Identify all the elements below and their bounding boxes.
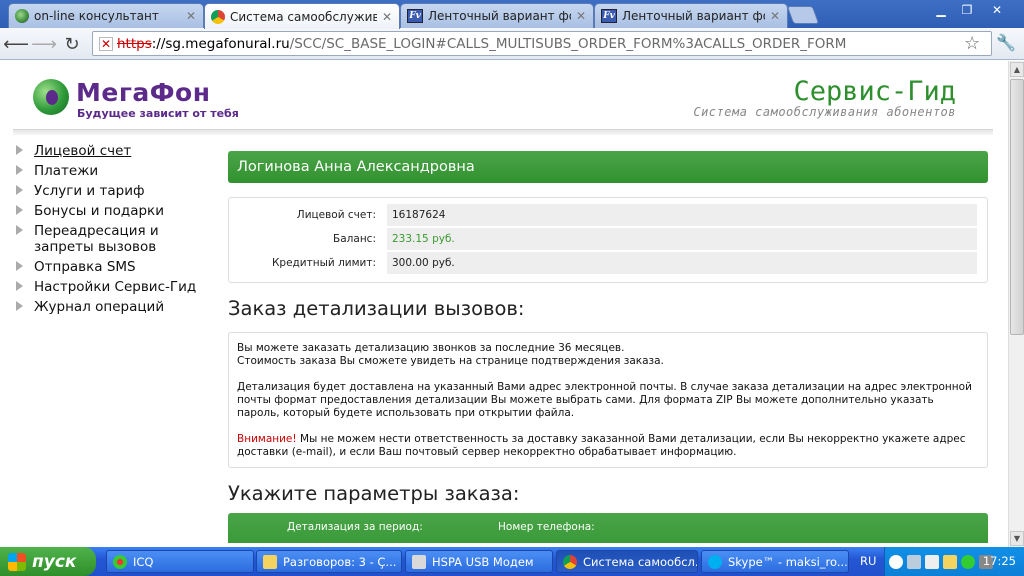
balance-value: 233.15 руб. (387, 228, 977, 250)
account-number-label: Лицевой счет: (296, 209, 376, 221)
account-row: Баланс: 233.15 руб. (229, 228, 977, 250)
back-arrow-icon[interactable]: ⟵ (3, 32, 29, 56)
sidebar-item-bonuses[interactable]: Бонусы и подарки (14, 203, 219, 219)
triangle-bullet-icon (16, 301, 23, 311)
tab-online-consultant[interactable]: on-line консультант ✕ (8, 3, 204, 28)
credit-limit-label: Кредитный лимит: (271, 257, 376, 269)
start-button[interactable]: пуск (0, 547, 96, 576)
forum-icon: Fv (407, 9, 423, 23)
address-bar[interactable]: ✕ https://sg.megafonural.ru/SCC/SC_BASE_… (92, 31, 992, 56)
tray-expand-icon[interactable] (889, 554, 903, 569)
warning-paragraph: Внимание! Мы не можем нести ответственно… (237, 433, 966, 458)
order-info-box: Вы можете заказать детализацию звонков з… (228, 332, 988, 468)
sidebar-item-forwarding[interactable]: Переадресация и запреты вызовов (14, 223, 219, 255)
web-page: МегаФон Будущее зависит от тебя Сервис-Г… (0, 61, 1008, 547)
browser-tabstrip: on-line консультант ✕ Система самообслуж… (0, 0, 1024, 29)
params-heading: Укажите параметры заказа: (228, 482, 520, 505)
triangle-bullet-icon (16, 281, 23, 291)
insecure-lock-icon: ✕ (99, 36, 113, 51)
forward-arrow-icon[interactable]: ⟶ (31, 32, 57, 56)
windows-taskbar: пуск ICQ Разговоров: 3 - Ç... HSPA USB М… (0, 547, 1024, 576)
account-summary: Лицевой счет: 16187624 Баланс: 233.15 ру… (228, 197, 988, 283)
globe-icon (15, 9, 29, 23)
chrome-icon (563, 554, 577, 569)
close-icon[interactable]: ✕ (575, 9, 587, 23)
order-heading: Заказ детализации вызовов: (228, 297, 525, 320)
forum-icon: Fv (601, 9, 617, 23)
icq-flower-icon (113, 554, 127, 569)
browser-toolbar: ⟵ ⟶ ↻ ✕ https://sg.megafonural.ru/SCC/SC… (0, 28, 1024, 60)
close-icon[interactable]: ✕ (769, 9, 781, 23)
main-content: Логинова Анна Александровна Лицевой счет… (228, 151, 988, 543)
minimize-icon[interactable]: ▁ (930, 1, 952, 19)
skype-icon (708, 554, 722, 569)
new-tab-button[interactable] (786, 6, 820, 24)
tray-icq-icon[interactable] (961, 554, 975, 569)
sidebar-item-sms[interactable]: Отправка SMS (14, 259, 219, 275)
taskbar-item-chrome[interactable]: Система самообсл... (556, 550, 698, 573)
service-subtitle: Система самообслуживания абонентов (693, 105, 956, 119)
account-row: Лицевой счет: 16187624 (229, 204, 977, 226)
megafon-logo-icon (33, 79, 69, 115)
balance-label: Баланс: (333, 233, 376, 245)
close-icon[interactable]: ✕ (185, 9, 197, 23)
triangle-bullet-icon (16, 261, 23, 271)
sidebar-nav: Лицевой счет Платежи Услуги и тариф Бону… (14, 143, 219, 319)
triangle-bullet-icon (16, 165, 23, 175)
info-paragraph: Вы можете заказать детализацию звонков з… (237, 342, 664, 367)
order-params-header: Детализация за период: Номер телефона: (228, 513, 988, 543)
tray-folder-icon[interactable] (943, 554, 957, 569)
sidebar-item-log[interactable]: Журнал операций (14, 299, 219, 315)
taskbar-item-skype[interactable]: Skype™ - maksi_ro... (701, 550, 849, 573)
triangle-bullet-icon (16, 145, 23, 155)
system-tray: 17:25 (884, 547, 1024, 576)
megafon-logo[interactable]: МегаФон Будущее зависит от тебя (33, 77, 239, 123)
tab-self-service[interactable]: Система самообслуживания ✕ (204, 3, 400, 29)
triangle-bullet-icon (16, 225, 23, 235)
sidebar-item-settings[interactable]: Настройки Сервис-Гид (14, 279, 219, 295)
period-column-label: Детализация за период: (287, 521, 423, 533)
account-number-value: 16187624 (387, 204, 977, 226)
account-row: Кредитный лимит: 300.00 руб. (229, 252, 977, 274)
language-indicator[interactable]: RU (860, 554, 876, 568)
page-scrollbar[interactable]: ▲ ▼ (1008, 61, 1024, 547)
warning-label: Внимание! (237, 433, 297, 445)
clock: 17:25 (982, 554, 1016, 568)
account-owner-name: Логинова Анна Александровна (237, 159, 475, 175)
tab-forum-1[interactable]: Fv Ленточный вариант форума ✕ (400, 3, 594, 28)
taskbar-item-modem[interactable]: HSPA USB Модем (405, 550, 553, 573)
tray-doc-icon[interactable] (925, 554, 939, 569)
phone-column-label: Номер телефона: (498, 521, 595, 533)
sidebar-item-payments[interactable]: Платежи (14, 163, 219, 179)
bookmark-star-icon[interactable]: ☆ (964, 33, 980, 54)
scroll-up-icon[interactable]: ▲ (1010, 62, 1024, 77)
credit-limit-value: 300.00 руб. (387, 252, 977, 274)
sidebar-item-services[interactable]: Услуги и тариф (14, 183, 219, 199)
account-owner-bar: Логинова Анна Александровна (228, 151, 988, 183)
modem-icon (412, 554, 426, 569)
folder-icon (263, 554, 277, 569)
close-window-icon[interactable]: ✕ (986, 1, 1008, 19)
windows-logo-icon (8, 552, 26, 571)
service-title: Сервис-Гид (793, 76, 956, 107)
reload-icon[interactable]: ↻ (60, 32, 84, 56)
restore-icon[interactable]: ❐ (956, 1, 978, 19)
taskbar-item-conversations[interactable]: Разговоров: 3 - Ç... (256, 550, 402, 573)
wrench-menu-icon[interactable]: 🔧 (996, 33, 1016, 52)
triangle-bullet-icon (16, 205, 23, 215)
close-icon[interactable]: ✕ (381, 10, 393, 24)
sidebar-item-account[interactable]: Лицевой счет (14, 143, 219, 159)
header-divider (13, 129, 993, 135)
info-paragraph: Детализация будет доставлена на указанны… (237, 381, 972, 419)
taskbar-item-icq[interactable]: ICQ (106, 550, 254, 573)
scrollbar-thumb[interactable] (1010, 79, 1024, 335)
tray-network-icon[interactable] (907, 554, 921, 569)
chrome-icon (211, 9, 225, 24)
scroll-down-icon[interactable]: ▼ (1010, 531, 1024, 546)
triangle-bullet-icon (16, 185, 23, 195)
tab-forum-2[interactable]: Fv Ленточный вариант форума ✕ (594, 3, 788, 28)
